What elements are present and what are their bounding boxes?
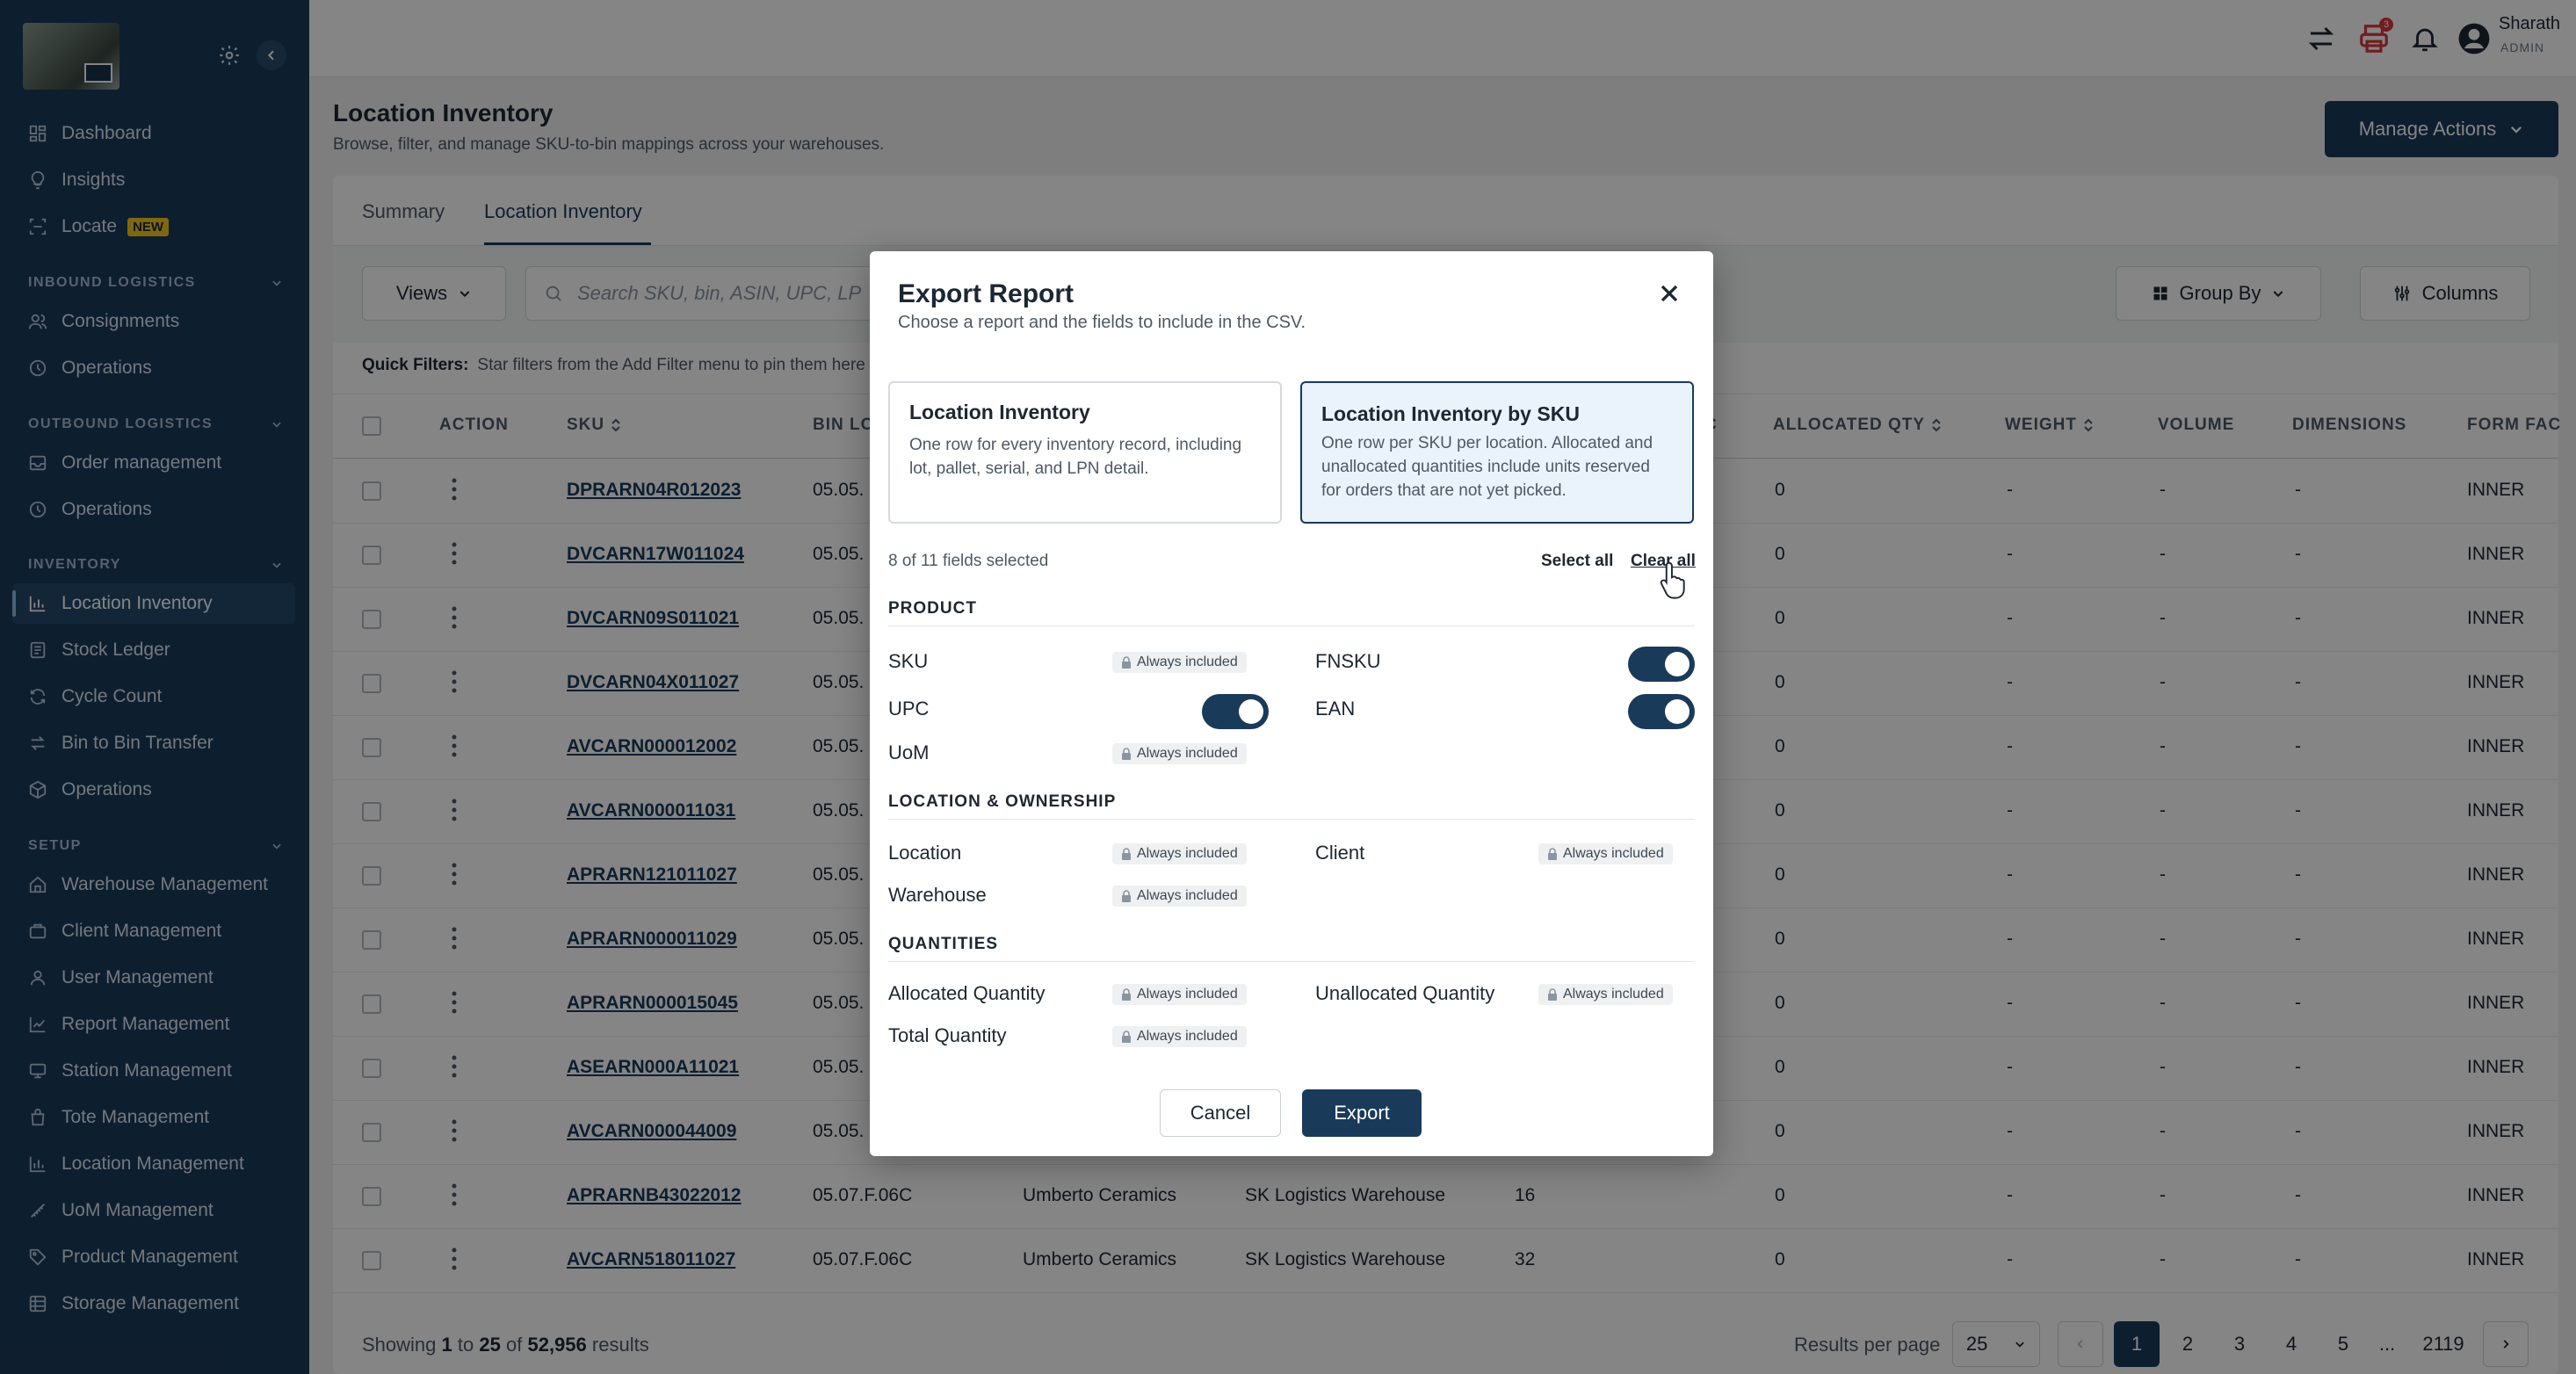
always-included-badge: Always included bbox=[1112, 652, 1247, 673]
lock-icon bbox=[1122, 748, 1131, 760]
fields-selected-count: 8 of 11 fields selected bbox=[888, 552, 1049, 570]
report-option-description: One row per SKU per location. Allocated … bbox=[1321, 434, 1653, 500]
cancel-button[interactable]: Cancel bbox=[1160, 1089, 1281, 1137]
always-included-text: Always included bbox=[1137, 654, 1238, 669]
lock-icon bbox=[1548, 848, 1557, 860]
select-all-link[interactable]: Select all bbox=[1541, 552, 1613, 571]
always-included-badge: Always included bbox=[1112, 984, 1247, 1005]
always-included-badge: Always included bbox=[1112, 1026, 1247, 1047]
close-icon[interactable] bbox=[1655, 279, 1683, 307]
always-included-badge: Always included bbox=[1538, 843, 1673, 864]
always-included-badge: Always included bbox=[1538, 984, 1673, 1005]
field-allocated-quantity-label: Allocated Quantity bbox=[888, 982, 1046, 1004]
group-heading-product: PRODUCT bbox=[888, 599, 977, 618]
always-included-text: Always included bbox=[1563, 846, 1664, 861]
ean-toggle[interactable] bbox=[1628, 694, 1695, 729]
always-included-badge: Always included bbox=[1112, 886, 1247, 907]
export-report-modal: Export Report Choose a report and the fi… bbox=[870, 251, 1713, 1156]
upc-toggle[interactable] bbox=[1202, 694, 1269, 729]
field-uom-label: UoM bbox=[888, 741, 930, 763]
lock-icon bbox=[1122, 988, 1131, 1001]
lock-icon bbox=[1122, 848, 1131, 860]
field-client-label: Client bbox=[1315, 842, 1365, 864]
always-included-text: Always included bbox=[1137, 846, 1238, 861]
field-ean-label: EAN bbox=[1315, 698, 1356, 720]
field-location-label: Location bbox=[888, 842, 962, 864]
always-included-text: Always included bbox=[1137, 1029, 1238, 1044]
export-button[interactable]: Export bbox=[1302, 1089, 1422, 1137]
group-divider bbox=[888, 961, 1695, 962]
field-warehouse-label: Warehouse bbox=[888, 884, 987, 906]
fnsku-toggle[interactable] bbox=[1628, 647, 1695, 682]
always-included-text: Always included bbox=[1563, 987, 1664, 1002]
report-option-location-inventory[interactable]: Location Inventory One row for every inv… bbox=[888, 381, 1282, 524]
field-fnsku-label: FNSKU bbox=[1315, 650, 1381, 672]
group-divider bbox=[888, 819, 1695, 820]
lock-icon bbox=[1548, 988, 1557, 1001]
lock-icon bbox=[1122, 890, 1131, 902]
field-upc-label: UPC bbox=[888, 698, 930, 720]
field-total-quantity-label: Total Quantity bbox=[888, 1024, 1007, 1046]
modal-title: Export Report bbox=[898, 279, 1075, 308]
report-option-description: One row for every inventory record, incl… bbox=[909, 436, 1242, 478]
group-heading-quantities: QUANTITIES bbox=[888, 935, 999, 953]
report-option-location-inventory-by-sku[interactable]: Location Inventory by SKU One row per SK… bbox=[1300, 381, 1694, 524]
always-included-text: Always included bbox=[1137, 987, 1238, 1002]
modal-subtitle: Choose a report and the fields to includ… bbox=[898, 313, 1306, 332]
mouse-pointer-icon bbox=[1659, 560, 1689, 599]
group-heading-location-ownership: LOCATION & OWNERSHIP bbox=[888, 792, 1117, 811]
always-included-text: Always included bbox=[1137, 746, 1238, 761]
report-option-title: Location Inventory bbox=[909, 401, 1090, 423]
always-included-badge: Always included bbox=[1112, 843, 1247, 864]
always-included-badge: Always included bbox=[1112, 743, 1247, 764]
field-sku-label: SKU bbox=[888, 650, 929, 672]
lock-icon bbox=[1122, 1030, 1131, 1043]
field-unallocated-quantity-label: Unallocated Quantity bbox=[1315, 982, 1495, 1004]
lock-icon bbox=[1122, 656, 1131, 669]
always-included-text: Always included bbox=[1137, 888, 1238, 903]
report-option-title: Location Inventory by SKU bbox=[1321, 402, 1580, 425]
